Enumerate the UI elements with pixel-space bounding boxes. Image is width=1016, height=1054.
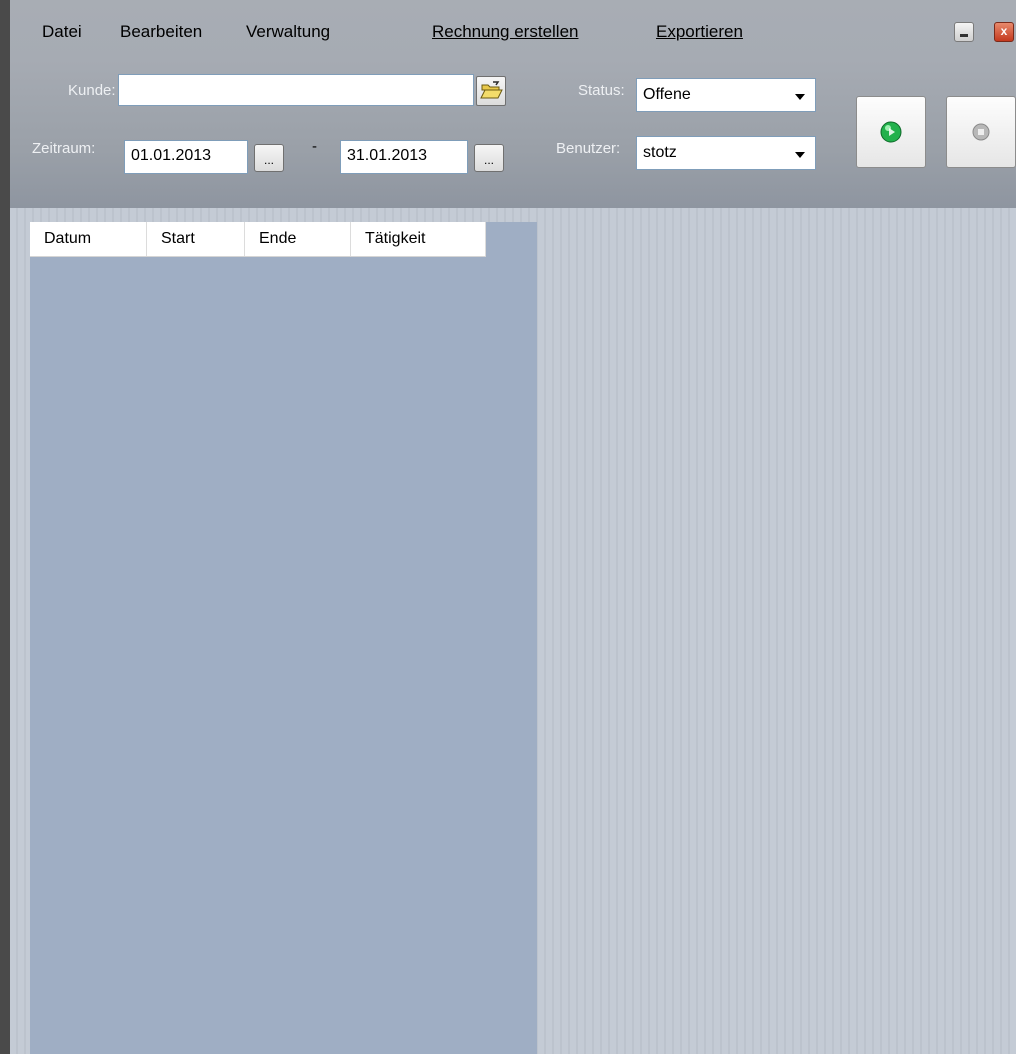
benutzer-label: Benutzer: — [556, 140, 621, 157]
toolbar-area: Datei Bearbeiten Verwaltung Rechnung ers… — [10, 0, 1016, 208]
status-select[interactable]: Offene — [636, 78, 816, 112]
menu-bar: Datei Bearbeiten Verwaltung Rechnung ers… — [10, 14, 1016, 54]
main-window: Datei Bearbeiten Verwaltung Rechnung ers… — [10, 0, 1016, 1054]
folder-open-icon — [480, 81, 503, 99]
menu-rechnung-erstellen[interactable]: Rechnung erstellen — [432, 22, 578, 42]
menu-datei[interactable]: Datei — [42, 22, 82, 42]
window-left-edge — [0, 0, 10, 1054]
chevron-down-icon — [795, 152, 805, 158]
kunde-browse-button[interactable] — [476, 76, 506, 106]
list-header: Datum Start Ende Tätigkeit — [30, 222, 486, 257]
column-taetigkeit[interactable]: Tätigkeit — [351, 222, 486, 256]
menu-verwaltung[interactable]: Verwaltung — [246, 22, 330, 42]
minimize-button[interactable] — [954, 22, 974, 42]
chevron-down-icon — [795, 94, 805, 100]
menu-exportieren[interactable]: Exportieren — [656, 22, 743, 42]
column-ende[interactable]: Ende — [245, 222, 351, 256]
date-to-input[interactable]: 31.01.2013 — [340, 140, 468, 174]
status-value: Offene — [643, 86, 691, 103]
kunde-input[interactable] — [118, 74, 474, 106]
activity-list-panel[interactable]: Datum Start Ende Tätigkeit — [30, 222, 537, 1054]
benutzer-select[interactable]: stotz — [636, 136, 816, 170]
close-button[interactable]: x — [994, 22, 1014, 42]
gray-stop-icon — [972, 123, 990, 141]
date-from-picker-button[interactable]: ... — [254, 144, 284, 172]
zeitraum-label: Zeitraum: — [32, 140, 96, 157]
date-range-separator: - — [312, 138, 317, 155]
detail-area — [537, 208, 1016, 1054]
date-to-picker-button[interactable]: ... — [474, 144, 504, 172]
menu-bearbeiten[interactable]: Bearbeiten — [120, 22, 202, 42]
benutzer-value: stotz — [643, 144, 677, 161]
column-start[interactable]: Start — [147, 222, 245, 256]
status-label: Status: — [578, 82, 625, 99]
green-play-icon — [880, 121, 902, 143]
date-from-input[interactable]: 01.01.2013 — [124, 140, 248, 174]
stop-button[interactable] — [946, 96, 1016, 168]
start-button[interactable] — [856, 96, 926, 168]
column-datum[interactable]: Datum — [30, 222, 147, 256]
kunde-label: Kunde: — [68, 82, 116, 99]
